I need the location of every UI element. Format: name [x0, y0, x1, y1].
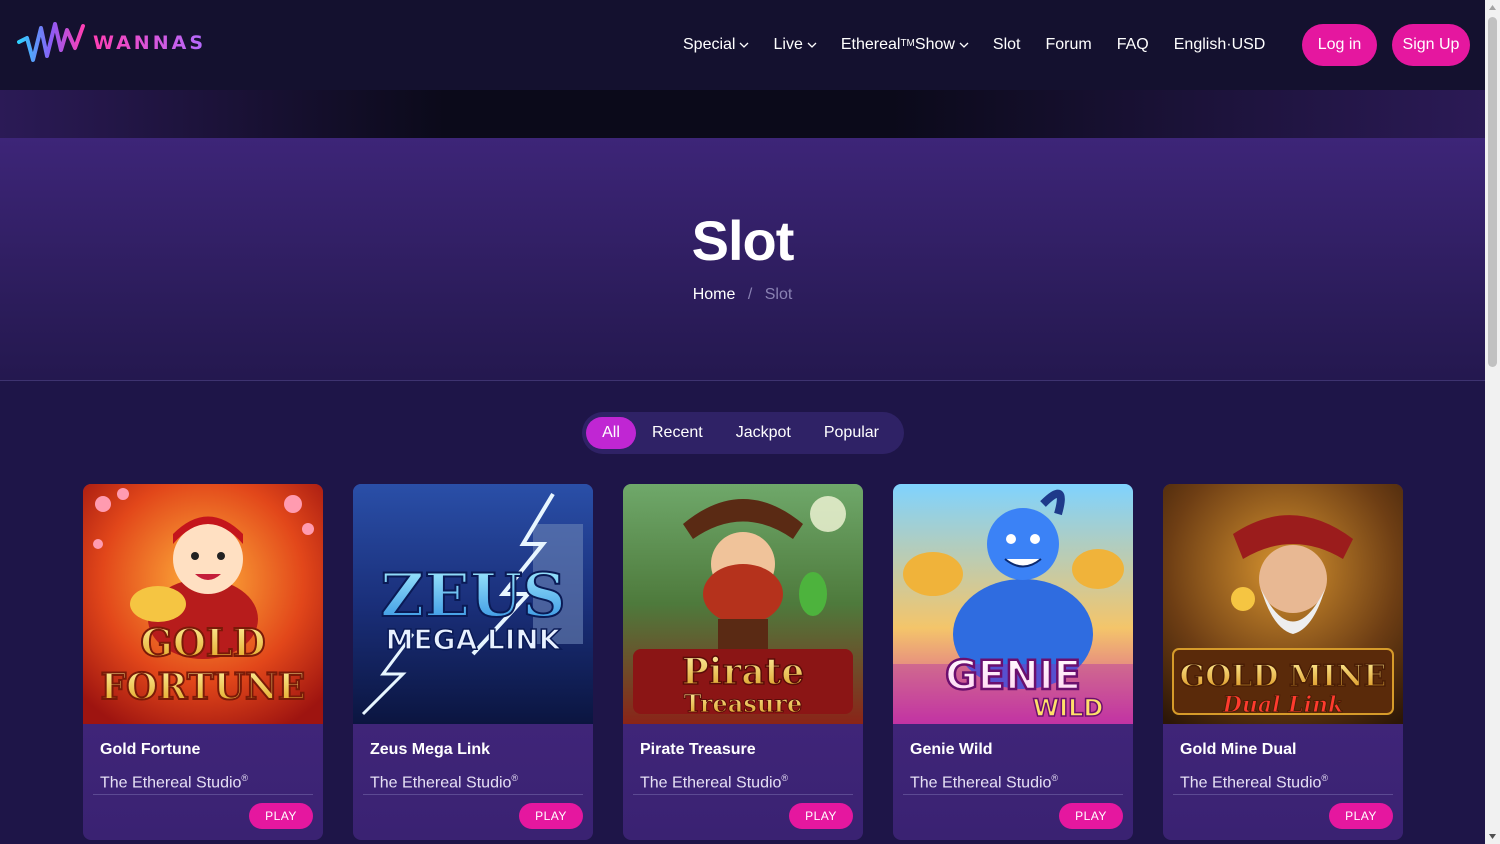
game-thumbnail[interactable]: GENIE WILD — [893, 484, 1133, 724]
game-title: Genie Wild — [910, 741, 993, 758]
art-line2: FORTUNE — [101, 666, 306, 708]
game-title: Gold Mine Dual — [1180, 741, 1297, 758]
studio-name: The Ethereal Studio — [1180, 774, 1322, 792]
game-card-gold-mine-dual[interactable]: GOLD MINE Dual Link Gold Mine Dual The E… — [1163, 484, 1403, 840]
art-line2: Treasure — [684, 689, 802, 718]
nav-forum-label: Forum — [1045, 36, 1092, 53]
nav-slot[interactable]: Slot — [993, 36, 1021, 54]
tab-recent[interactable]: Recent — [652, 417, 703, 449]
game-card-zeus-mega-link[interactable]: ZEUS MEGA LINK Zeus Mega Link The Ethere… — [353, 484, 593, 840]
art-line2: MEGA LINK — [386, 623, 562, 656]
nav-language-currency[interactable]: English · USD — [1174, 36, 1266, 54]
nav-special-label: Special — [683, 36, 736, 53]
registered-mark: ® — [1321, 773, 1329, 783]
card-divider — [1173, 794, 1393, 795]
art-line1: GOLD — [140, 620, 265, 665]
play-button[interactable]: PLAY — [249, 803, 313, 829]
art-line1: GOLD MINE — [1180, 659, 1387, 694]
gold-fortune-art: GOLD FORTUNE — [83, 484, 323, 724]
nav-live[interactable]: Live — [773, 36, 817, 54]
gold-mine-dual-art: GOLD MINE Dual Link — [1163, 484, 1403, 724]
studio-name: The Ethereal Studio — [100, 774, 242, 792]
wave-logo-icon — [17, 22, 85, 62]
game-card-gold-fortune[interactable]: GOLD FORTUNE Gold Fortune The Ethereal S… — [83, 484, 323, 840]
nav-show-suffix: Show — [914, 36, 955, 53]
card-divider — [363, 794, 583, 795]
game-title: Gold Fortune — [100, 741, 201, 758]
art-line2: WILD — [1033, 694, 1104, 722]
nav-forum[interactable]: Forum — [1046, 36, 1092, 54]
scroll-up-arrow-icon[interactable] — [1488, 3, 1497, 12]
studio-name: The Ethereal Studio — [640, 774, 782, 792]
card-divider — [903, 794, 1123, 795]
breadcrumb: Home / Slot — [0, 286, 1485, 304]
genie-wild-art: GENIE WILD — [893, 484, 1133, 724]
login-button[interactable]: Log in — [1302, 24, 1377, 66]
game-studio: The Ethereal Studio® — [100, 773, 248, 792]
signup-button[interactable]: Sign Up — [1392, 24, 1470, 66]
registered-mark: ® — [1051, 773, 1059, 783]
filter-tabs: All Recent Jackpot Popular — [582, 412, 904, 454]
art-line1: GENIE — [945, 653, 1081, 699]
game-studio: The Ethereal Studio® — [370, 773, 518, 792]
game-title: Pirate Treasure — [640, 741, 756, 758]
nav-slot-label: Slot — [992, 36, 1021, 53]
game-thumbnail[interactable]: GOLD MINE Dual Link — [1163, 484, 1403, 724]
breadcrumb-current: Slot — [764, 286, 793, 303]
game-studio: The Ethereal Studio® — [640, 773, 788, 792]
play-button[interactable]: PLAY — [1059, 803, 1123, 829]
scroll-down-arrow-icon[interactable] — [1488, 832, 1497, 841]
breadcrumb-separator: / — [747, 286, 753, 303]
tab-popular[interactable]: Popular — [824, 417, 879, 449]
nav-currency: USD — [1231, 36, 1266, 53]
studio-name: The Ethereal Studio — [910, 774, 1052, 792]
registered-mark: ® — [241, 773, 249, 783]
game-title: Zeus Mega Link — [370, 741, 491, 758]
game-studio: The Ethereal Studio® — [910, 773, 1058, 792]
breadcrumb-home[interactable]: Home — [693, 286, 736, 303]
chevron-down-icon — [740, 42, 749, 48]
card-divider — [633, 794, 853, 795]
zeus-mega-link-art: ZEUS MEGA LINK — [353, 484, 593, 724]
brand-name: WANNAS — [93, 32, 206, 54]
tab-jackpot[interactable]: Jackpot — [736, 417, 791, 449]
registered-mark: ® — [511, 773, 519, 783]
page: WANNAS Special Live Ethereal TM Show Slot … — [0, 0, 1485, 844]
site-header: WANNAS Special Live Ethereal TM Show Slot … — [0, 0, 1485, 90]
nav-special[interactable]: Special — [683, 36, 749, 54]
game-card-pirate-treasure[interactable]: Pirate Treasure Pirate Treasure The Ethe… — [623, 484, 863, 840]
pirate-treasure-art: Pirate Treasure — [623, 484, 863, 724]
header-band — [0, 90, 1485, 138]
art-line1: ZEUS — [380, 561, 565, 631]
vertical-scrollbar[interactable] — [1485, 0, 1500, 844]
page-hero: Slot Home / Slot — [0, 138, 1485, 381]
play-button[interactable]: PLAY — [519, 803, 583, 829]
game-thumbnail[interactable]: GOLD FORTUNE — [83, 484, 323, 724]
nav-show-prefix: Ethereal — [840, 36, 901, 53]
nav-faq-label: FAQ — [1116, 36, 1149, 53]
nav-ethereal-show[interactable]: Ethereal TM Show — [841, 36, 969, 54]
studio-name: The Ethereal Studio — [370, 774, 512, 792]
art-line2: Dual Link — [1222, 692, 1343, 718]
page-title: Slot — [691, 209, 795, 272]
game-card-genie-wild[interactable]: GENIE WILD Genie Wild The Ethereal Studi… — [893, 484, 1133, 840]
main-nav: Special Live Ethereal TM Show Slot Forum F… — [683, 0, 1265, 90]
game-thumbnail[interactable]: ZEUS MEGA LINK — [353, 484, 593, 724]
nav-live-label: Live — [773, 36, 803, 53]
scrollbar-thumb[interactable] — [1488, 17, 1497, 367]
play-button[interactable]: PLAY — [1329, 803, 1393, 829]
art-line1: Pirate — [682, 651, 805, 693]
play-button[interactable]: PLAY — [789, 803, 853, 829]
brand-logo[interactable]: WANNAS — [17, 20, 206, 66]
tab-all[interactable]: All — [586, 417, 636, 449]
registered-mark: ® — [781, 773, 789, 783]
chevron-down-icon — [807, 42, 817, 48]
game-thumbnail[interactable]: Pirate Treasure — [623, 484, 863, 724]
nav-language: English — [1173, 36, 1227, 53]
card-divider — [93, 794, 313, 795]
game-studio: The Ethereal Studio® — [1180, 773, 1328, 792]
nav-faq[interactable]: FAQ — [1117, 36, 1149, 54]
chevron-down-icon — [959, 42, 969, 48]
nav-show-tm: TM — [900, 37, 915, 49]
